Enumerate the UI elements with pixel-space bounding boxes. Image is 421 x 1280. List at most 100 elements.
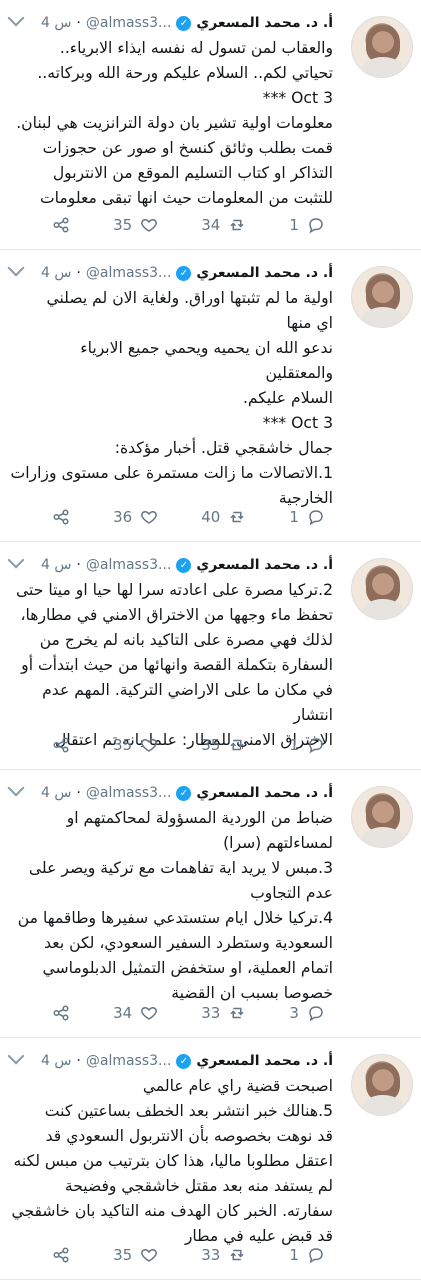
tweet-text: 2.تركيا مصرة على اعادته سرا لها حيا او م…	[16, 581, 333, 749]
reply-button[interactable]: 1	[289, 508, 325, 526]
heart-icon	[140, 508, 158, 526]
heart-icon	[140, 1246, 158, 1264]
verified-icon: ✓	[176, 265, 192, 281]
author-handle[interactable]: @almass3...	[86, 557, 172, 573]
verified-icon: ✓	[176, 557, 192, 573]
reply-count: 1	[289, 1246, 299, 1264]
retweet-button[interactable]: 33	[201, 1246, 246, 1264]
share-button[interactable]	[52, 216, 70, 234]
author-handle[interactable]: @almass3...	[86, 265, 172, 281]
tweet-actions: 35 35 1	[52, 733, 325, 757]
author-name[interactable]: أ. د. محمد المسعري	[196, 265, 333, 281]
tweet-time: 4 س	[40, 15, 72, 31]
retweet-count: 33	[201, 1004, 221, 1022]
retweet-count: 34	[201, 216, 221, 234]
tweet-card[interactable]: أ. د. محمد المسعري ✓ @almass3... · 4 س ا…	[0, 1038, 421, 1280]
reply-icon	[307, 1004, 325, 1022]
avatar[interactable]	[351, 16, 413, 78]
share-button[interactable]	[52, 736, 70, 754]
author-name[interactable]: أ. د. محمد المسعري	[196, 1053, 333, 1069]
tweet-time: 4 س	[40, 1053, 72, 1069]
like-count: 36	[113, 508, 133, 526]
share-icon	[52, 736, 70, 754]
tweet-header: أ. د. محمد المسعري ✓ @almass3... · 4 س	[41, 782, 333, 804]
author-name[interactable]: أ. د. محمد المسعري	[196, 557, 333, 573]
share-icon	[52, 1004, 70, 1022]
chevron-down-icon[interactable]	[7, 1047, 25, 1065]
tweet-feed: أ. د. محمد المسعري ✓ @almass3... · 4 س و…	[0, 0, 421, 1280]
retweet-icon	[228, 508, 246, 526]
reply-count: 1	[289, 736, 299, 754]
chevron-down-icon[interactable]	[7, 259, 25, 277]
tweet-text: اصبحت قضية راي عام عالمي 5.هنالك خبر انت…	[11, 1077, 333, 1245]
verified-icon: ✓	[176, 785, 192, 801]
retweet-icon	[228, 736, 246, 754]
reply-icon	[307, 736, 325, 754]
author-name[interactable]: أ. د. محمد المسعري	[196, 785, 333, 801]
chevron-down-icon[interactable]	[7, 551, 25, 569]
share-icon	[52, 508, 70, 526]
reply-icon	[307, 508, 325, 526]
author-name[interactable]: أ. د. محمد المسعري	[196, 15, 333, 31]
separator-dot: ·	[76, 265, 81, 281]
retweet-button[interactable]: 34	[201, 216, 246, 234]
tweet-card[interactable]: أ. د. محمد المسعري ✓ @almass3... · 4 س ض…	[0, 770, 421, 1038]
like-count: 34	[113, 1004, 133, 1022]
tweet-card[interactable]: أ. د. محمد المسعري ✓ @almass3... · 4 س 2…	[0, 542, 421, 770]
tweet-text: والعقاب لمن تسول له نفسه ايذاء الابرياء.…	[16, 39, 333, 207]
share-icon	[52, 216, 70, 234]
like-button[interactable]: 35	[113, 216, 158, 234]
reply-button[interactable]: 1	[289, 216, 325, 234]
share-button[interactable]	[52, 508, 70, 526]
avatar[interactable]	[351, 266, 413, 328]
avatar[interactable]	[351, 1054, 413, 1116]
author-handle[interactable]: @almass3...	[86, 15, 172, 31]
tweet-actions: 35 34 1	[52, 213, 325, 237]
share-button[interactable]	[52, 1246, 70, 1264]
tweet-header: أ. د. محمد المسعري ✓ @almass3... · 4 س	[41, 554, 333, 576]
heart-icon	[140, 736, 158, 754]
separator-dot: ·	[76, 15, 81, 31]
reply-button[interactable]: 3	[289, 1004, 325, 1022]
author-handle[interactable]: @almass3...	[86, 1053, 172, 1069]
like-count: 35	[113, 736, 133, 754]
tweet-text: ضباط من الوردية المسؤولة لمحاكمتهم او لم…	[17, 809, 333, 1002]
retweet-button[interactable]: 40	[201, 508, 246, 526]
chevron-down-icon[interactable]	[7, 779, 25, 797]
separator-dot: ·	[76, 557, 81, 573]
share-icon	[52, 1246, 70, 1264]
like-button[interactable]: 35	[113, 1246, 158, 1264]
tweet-card[interactable]: أ. د. محمد المسعري ✓ @almass3... · 4 س و…	[0, 0, 421, 250]
avatar[interactable]	[351, 786, 413, 848]
chevron-down-icon[interactable]	[7, 9, 25, 27]
retweet-button[interactable]: 33	[201, 1004, 246, 1022]
author-handle[interactable]: @almass3...	[86, 785, 172, 801]
like-button[interactable]: 34	[113, 1004, 158, 1022]
tweet-time: 4 س	[40, 557, 72, 573]
share-button[interactable]	[52, 1004, 70, 1022]
tweet-header: أ. د. محمد المسعري ✓ @almass3... · 4 س	[41, 12, 333, 34]
heart-icon	[140, 1004, 158, 1022]
tweet-actions: 35 33 1	[52, 1243, 325, 1267]
reply-count: 1	[289, 508, 299, 526]
retweet-count: 33	[201, 1246, 221, 1264]
retweet-icon	[228, 1004, 246, 1022]
tweet-actions: 34 33 3	[52, 1001, 325, 1025]
reply-button[interactable]: 1	[289, 736, 325, 754]
retweet-icon	[228, 216, 246, 234]
tweet-card[interactable]: أ. د. محمد المسعري ✓ @almass3... · 4 س ا…	[0, 250, 421, 542]
reply-count: 3	[289, 1004, 299, 1022]
retweet-icon	[228, 1246, 246, 1264]
avatar[interactable]	[351, 558, 413, 620]
reply-button[interactable]: 1	[289, 1246, 325, 1264]
verified-icon: ✓	[176, 15, 192, 31]
like-button[interactable]: 36	[113, 508, 158, 526]
separator-dot: ·	[76, 1053, 81, 1069]
tweet-time: 4 س	[40, 785, 72, 801]
retweet-button[interactable]: 35	[201, 736, 246, 754]
tweet-actions: 36 40 1	[52, 505, 325, 529]
like-count: 35	[113, 216, 133, 234]
tweet-time: 4 س	[40, 265, 72, 281]
like-button[interactable]: 35	[113, 736, 158, 754]
reply-count: 1	[289, 216, 299, 234]
